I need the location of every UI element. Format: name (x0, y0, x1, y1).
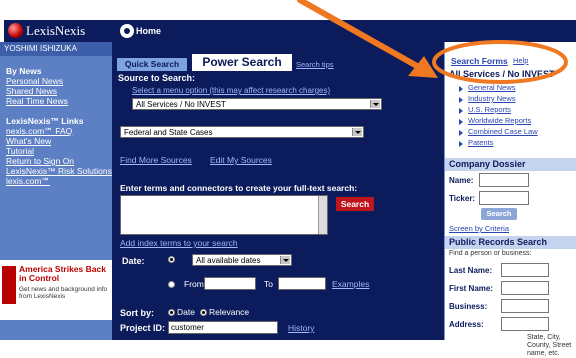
date-select-value: All available dates (196, 256, 261, 265)
nav-link-lexis[interactable]: lexis.com℠ (6, 176, 112, 186)
ad-banner[interactable]: America Strikes Back in Control Get news… (0, 260, 112, 320)
search-forms-list: General News Industry News U.S. Reports … (459, 82, 538, 148)
screen-by-criteria-link[interactable]: Screen by Criteria (449, 224, 509, 233)
tab-power-search[interactable]: Power Search (192, 54, 292, 71)
nav-link-faq[interactable]: nexis.com℠ FAQ (6, 126, 112, 136)
ad-subtitle: Get news and background info from LexisN… (19, 286, 108, 300)
source-select-secondary[interactable]: Federal and State Cases (120, 126, 364, 138)
sort-date-label: Date (177, 307, 195, 317)
textarea-scrollbar[interactable] (318, 196, 327, 234)
nav-link-whats-new[interactable]: What's New (6, 136, 112, 146)
home-icon[interactable] (120, 24, 134, 38)
tab-quick-search[interactable]: Quick Search (117, 58, 187, 71)
nav-link-sign-on[interactable]: Return to Sign On (6, 156, 112, 166)
search-forms-link[interactable]: Search Forms (451, 56, 508, 66)
sort-by-label: Sort by: (120, 308, 155, 318)
last-name-input[interactable] (501, 263, 549, 277)
address-label: Address: (449, 320, 484, 329)
examples-link[interactable]: Examples (332, 279, 369, 289)
sort-relevance-label: Relevance (209, 307, 250, 317)
source-select-primary-value: All Services / No INVEST (136, 100, 226, 109)
search-terms-textarea[interactable] (120, 195, 328, 235)
from-label: From (184, 279, 204, 289)
edit-my-sources-link[interactable]: Edit My Sources (210, 155, 272, 165)
nav-link-risk-solutions[interactable]: LexisNexis™ Risk Solutions (6, 166, 112, 176)
globe-icon (8, 23, 23, 38)
company-name-label: Name: (449, 176, 474, 185)
terms-label: Enter terms and connectors to create you… (120, 183, 358, 193)
address-hint: State, City, County, Street name, etc. (527, 334, 572, 357)
date-from-input[interactable] (204, 277, 256, 290)
all-services-heading: All Services / No INVEST (449, 69, 555, 79)
business-label: Business: (449, 302, 488, 311)
form-link-industry-news[interactable]: Industry News (459, 93, 538, 104)
history-link[interactable]: History (288, 323, 314, 333)
source-label: Source to Search: (118, 73, 196, 83)
to-label: To (264, 279, 273, 289)
chevron-down-icon[interactable] (370, 100, 380, 108)
sort-date-radio[interactable] (168, 309, 175, 316)
date-radio-preset[interactable] (168, 256, 175, 263)
company-name-input[interactable] (479, 173, 529, 187)
source-hint: Select a menu option (this may affect re… (132, 86, 331, 95)
nav-link-real-time-news[interactable]: Real Time News (6, 96, 112, 106)
company-search-button[interactable]: Search (481, 208, 517, 220)
links-section-title: LexisNexis™ Links (6, 116, 84, 126)
find-more-sources-link[interactable]: Find More Sources (120, 155, 192, 165)
form-link-worldwide-reports[interactable]: Worldwide Reports (459, 115, 538, 126)
left-nav: YOSHIMI ISHIZUKA By News Personal News S… (0, 42, 112, 340)
help-link[interactable]: Help (513, 56, 528, 65)
public-records-hint: Find a person or business: (449, 250, 532, 257)
add-index-terms-link[interactable]: Add index terms to your search (120, 238, 238, 248)
address-input[interactable] (501, 317, 549, 331)
last-name-label: Last Name: (449, 266, 493, 275)
company-dossier-heading: Company Dossier (445, 158, 576, 171)
chevron-down-icon[interactable] (280, 256, 290, 264)
chevron-down-icon[interactable] (352, 128, 362, 136)
form-link-general-news[interactable]: General News (459, 82, 538, 93)
form-link-us-reports[interactable]: U.S. Reports (459, 104, 538, 115)
business-input[interactable] (501, 299, 549, 313)
project-id-input[interactable]: customer (168, 321, 278, 334)
logo-text: LexisNexis (26, 23, 86, 38)
top-bar: LexisNexis Home (0, 0, 576, 42)
source-select-secondary-value: Federal and State Cases (124, 128, 213, 137)
lexisnexis-logo[interactable]: LexisNexis (4, 20, 112, 42)
form-link-combined-case-law[interactable]: Combined Case Law (459, 126, 538, 137)
nav-link-tutorial[interactable]: Tutorial (6, 146, 112, 156)
ad-title: America Strikes Back in Control (19, 264, 106, 283)
power-search-panel: Quick Search Power Search Search tips So… (112, 42, 444, 340)
ad-image (2, 266, 16, 304)
sort-relevance-radio[interactable] (200, 309, 207, 316)
search-tips-link[interactable]: Search tips (296, 60, 334, 69)
news-section-title: By News (6, 66, 42, 76)
home-label[interactable]: Home (136, 20, 161, 42)
ticker-label: Ticker: (449, 194, 476, 203)
form-link-patents[interactable]: Patents (459, 137, 538, 148)
first-name-label: First Name: (449, 284, 494, 293)
news-section: By News Personal News Shared News Real T… (0, 66, 112, 106)
user-name: YOSHIMI ISHIZUKA (0, 42, 112, 56)
date-label: Date: (122, 256, 145, 266)
source-select-primary[interactable]: All Services / No INVEST (132, 98, 382, 110)
nav-link-personal-news[interactable]: Personal News (6, 76, 112, 86)
home-bar: Home (112, 20, 576, 42)
date-to-input[interactable] (278, 277, 326, 290)
links-section: LexisNexis™ Links nexis.com℠ FAQ What's … (0, 116, 112, 186)
public-records-heading: Public Records Search (445, 236, 576, 249)
first-name-input[interactable] (501, 281, 549, 295)
search-button[interactable]: Search (336, 197, 374, 211)
date-radio-range[interactable] (168, 281, 175, 288)
ticker-input[interactable] (479, 191, 529, 205)
project-id-label: Project ID: (120, 323, 166, 333)
date-select[interactable]: All available dates (192, 254, 292, 266)
nav-link-shared-news[interactable]: Shared News (6, 86, 112, 96)
right-column: Search Forms Help All Services / No INVE… (444, 42, 576, 357)
